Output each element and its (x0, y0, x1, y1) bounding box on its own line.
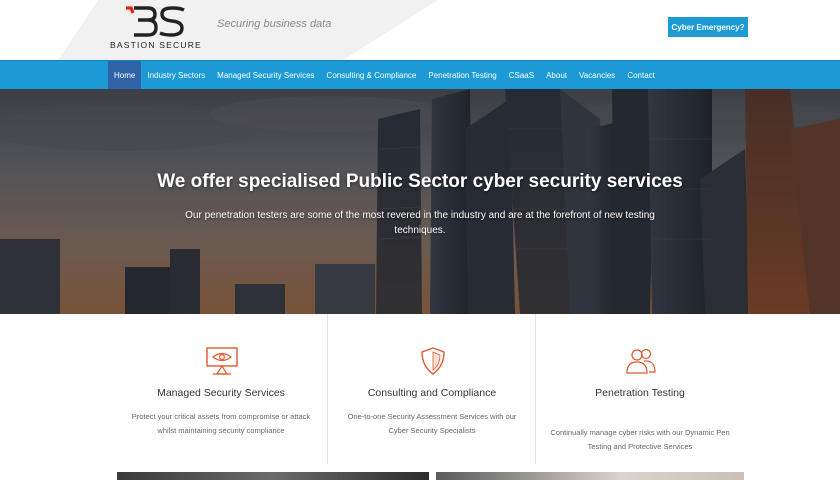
nav-item-csaas[interactable]: CSaaS (503, 61, 540, 90)
shield-icon (421, 347, 445, 375)
main-nav: Home Industry Sectors Managed Security S… (0, 60, 840, 90)
users-icon (626, 348, 656, 374)
nav-item-managed-security-services[interactable]: Managed Security Services (211, 61, 320, 90)
hero-overlay (0, 89, 840, 314)
service-title: Managed Security Services (157, 387, 285, 399)
nav-list: Home Industry Sectors Managed Security S… (108, 61, 661, 90)
nav-item-home[interactable]: Home (108, 61, 142, 90)
monitor-eye-icon (206, 347, 238, 375)
logo-text: BASTION SECURE (110, 40, 202, 50)
service-card-penetration-testing[interactable]: Penetration Testing Continually manage c… (535, 314, 743, 464)
feature-image-left (117, 472, 429, 480)
hero-title: We offer specialised Public Sector cyber… (157, 171, 683, 192)
service-description: Continually manage cyber risks with our … (550, 428, 730, 451)
hero-subtitle: Our penetration testers are some of the … (185, 210, 655, 236)
nav-item-vacancies[interactable]: Vacancies (573, 61, 621, 90)
nav-item-about[interactable]: About (540, 61, 573, 90)
hero-banner: We offer specialised Public Sector cyber… (0, 89, 840, 314)
nav-item-contact[interactable]: Contact (621, 61, 661, 90)
nav-item-consulting-compliance[interactable]: Consulting & Compliance (321, 61, 423, 90)
nav-item-penetration-testing[interactable]: Penetration Testing (422, 61, 502, 90)
tagline: Securing business data (217, 18, 332, 30)
service-description: Protect your critical assets from compro… (131, 412, 311, 435)
feature-image-right (436, 472, 744, 480)
site-header: BASTION SECURE Securing business data Cy… (0, 0, 840, 60)
service-description: One-to-one Security Assessment Services … (347, 412, 517, 435)
services-section: Managed Security Services Protect your c… (0, 314, 840, 472)
service-card-managed-security[interactable]: Managed Security Services Protect your c… (117, 314, 325, 464)
cyber-emergency-button[interactable]: Cyber Emergency? (668, 17, 748, 37)
nav-item-industry-sectors[interactable]: Industry Sectors (141, 61, 211, 90)
service-card-consulting[interactable]: Consulting and Compliance One-to-one Sec… (327, 314, 535, 464)
logo[interactable]: BASTION SECURE (110, 5, 202, 51)
bs-logo-mark-icon (126, 6, 185, 37)
service-title: Consulting and Compliance (367, 387, 497, 399)
service-title: Penetration Testing (595, 387, 685, 399)
